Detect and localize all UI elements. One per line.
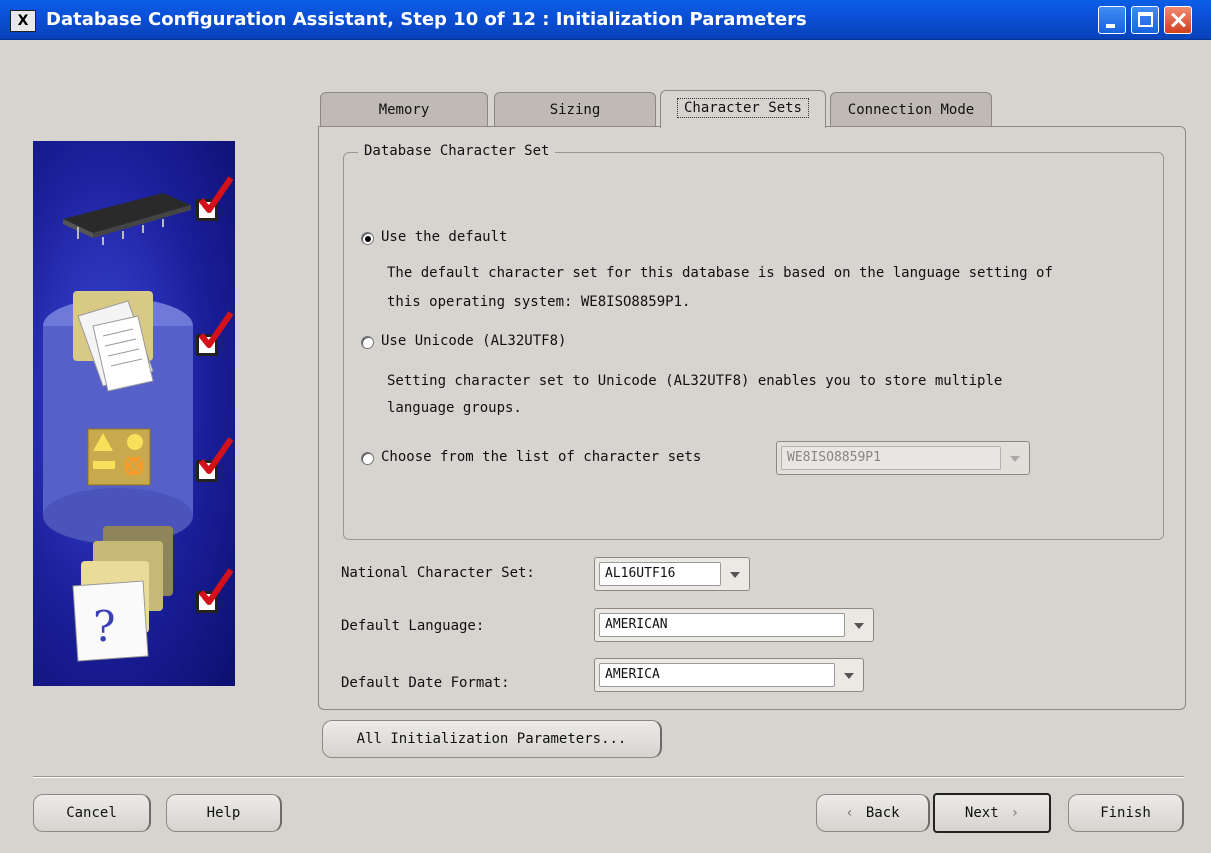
maximize-icon bbox=[1138, 12, 1153, 27]
step-check-memory bbox=[196, 176, 234, 221]
use-unicode-label[interactable]: Use Unicode (AL32UTF8) bbox=[381, 333, 566, 349]
default-date-format-select[interactable]: AMERICA bbox=[594, 658, 864, 692]
choose-from-list-label[interactable]: Choose from the list of character sets bbox=[381, 449, 701, 465]
minimize-icon bbox=[1106, 24, 1115, 28]
tab-sizing[interactable]: Sizing bbox=[494, 92, 656, 126]
wizard-progress-image: ? bbox=[33, 141, 235, 686]
next-chevron-icon: › bbox=[1010, 805, 1020, 821]
close-icon bbox=[1165, 7, 1191, 33]
use-default-label[interactable]: Use the default bbox=[381, 229, 507, 245]
window-title: Database Configuration Assistant, Step 1… bbox=[46, 9, 807, 30]
red-check-icon bbox=[198, 437, 234, 474]
use-unicode-description-line-1: Setting character set to Unicode (AL32UT… bbox=[387, 373, 1003, 389]
next-button-label: Next bbox=[964, 805, 999, 821]
finish-button[interactable]: Finish bbox=[1068, 794, 1184, 832]
default-date-format-label: Default Date Format: bbox=[341, 675, 510, 691]
chevron-down-icon bbox=[844, 673, 854, 679]
maximize-button[interactable] bbox=[1131, 6, 1159, 34]
svg-text:?: ? bbox=[93, 602, 116, 651]
default-language-value: AMERICAN bbox=[599, 613, 845, 637]
use-default-description-line-2: this operating system: WE8ISO8859P1. bbox=[387, 294, 691, 310]
all-initialization-parameters-button[interactable]: All Initialization Parameters... bbox=[322, 720, 662, 758]
character-set-select-value: WE8ISO8859P1 bbox=[781, 446, 1001, 470]
character-set-select[interactable]: WE8ISO8859P1 bbox=[776, 441, 1030, 475]
group-title: Database Character Set bbox=[358, 143, 556, 159]
tab-memory[interactable]: Memory bbox=[320, 92, 488, 126]
national-character-set-value: AL16UTF16 bbox=[599, 562, 721, 586]
red-check-icon bbox=[198, 568, 234, 605]
cancel-button[interactable]: Cancel bbox=[33, 794, 151, 832]
chevron-down-icon bbox=[854, 623, 864, 629]
use-unicode-radio[interactable] bbox=[361, 336, 374, 349]
national-character-set-label: National Character Set: bbox=[341, 565, 535, 581]
memory-chip-icon bbox=[63, 193, 191, 245]
use-default-radio[interactable] bbox=[361, 232, 374, 245]
use-default-description-line-1: The default character set for this datab… bbox=[387, 265, 1053, 281]
red-check-icon bbox=[198, 176, 234, 213]
tab-label: Character Sets bbox=[676, 98, 809, 118]
next-button[interactable]: Next › bbox=[933, 793, 1051, 833]
back-chevron-icon: ‹ bbox=[845, 805, 854, 821]
chevron-down-icon bbox=[730, 572, 740, 578]
step-check-help bbox=[196, 568, 234, 613]
tab-label: Connection Mode bbox=[847, 102, 975, 118]
app-icon[interactable]: X bbox=[10, 10, 36, 32]
footer-separator bbox=[33, 776, 1184, 778]
step-check-storage bbox=[196, 311, 234, 356]
chevron-down-icon bbox=[1010, 456, 1020, 462]
choose-from-list-radio[interactable] bbox=[361, 452, 374, 465]
title-bar[interactable]: X Database Configuration Assistant, Step… bbox=[0, 0, 1211, 40]
step-check-params bbox=[196, 437, 234, 482]
red-check-icon bbox=[198, 311, 234, 348]
tab-label: Sizing bbox=[549, 102, 601, 118]
use-unicode-description-line-2: language groups. bbox=[387, 400, 522, 416]
help-button[interactable]: Help bbox=[166, 794, 282, 832]
national-character-set-select[interactable]: AL16UTF16 bbox=[594, 557, 750, 591]
back-button[interactable]: ‹ Back bbox=[816, 794, 930, 832]
tab-connection-mode[interactable]: Connection Mode bbox=[830, 92, 992, 126]
back-button-label: Back bbox=[865, 805, 900, 821]
minimize-button[interactable] bbox=[1098, 6, 1126, 34]
shapes-icon bbox=[87, 428, 151, 486]
default-language-label: Default Language: bbox=[341, 618, 485, 634]
tab-label: Memory bbox=[378, 102, 430, 118]
close-button[interactable] bbox=[1164, 6, 1192, 34]
default-date-format-value: AMERICA bbox=[599, 663, 835, 687]
help-document-icon: ? bbox=[72, 526, 173, 662]
default-language-select[interactable]: AMERICAN bbox=[594, 608, 874, 642]
tab-character-sets[interactable]: Character Sets bbox=[660, 90, 826, 128]
